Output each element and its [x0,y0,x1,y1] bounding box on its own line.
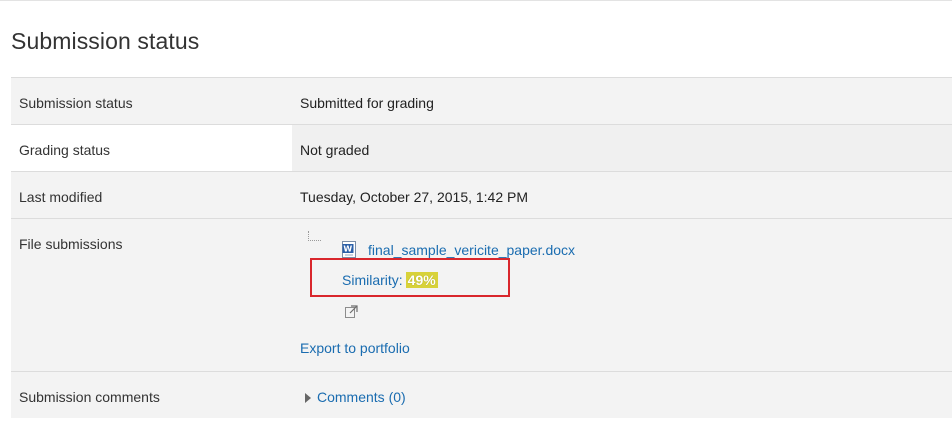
export-to-portfolio-link[interactable]: Export to portfolio [300,340,410,356]
comments-link[interactable]: Comments (0) [317,389,406,405]
page-title: Submission status [11,28,200,54]
similarity-label: Similarity: [342,272,403,288]
similarity-score-badge: 49% [405,272,438,288]
submitted-file-link[interactable]: final_sample_vericite_paper.docx [368,242,575,258]
row-value-cell: Submitted for grading [292,78,952,124]
table-row-submission-status: Submission status Submitted for grading [11,78,952,125]
file-submissions-cell: W final_sample_vericite_paper.docx Simil… [292,219,952,371]
last-modified-value: Tuesday, October 27, 2015, 1:42 PM [300,189,529,205]
submission-status-page: Submission status Submission status Subm… [0,0,952,421]
submission-status-value: Submitted for grading [300,95,434,111]
row-label: Submission status [19,95,133,111]
file-tree-connector [308,231,321,241]
word-document-icon: W [342,241,356,258]
table-row-last-modified: Last modified Tuesday, October 27, 2015,… [11,172,952,219]
similarity-report-link[interactable]: Similarity: 49% [342,272,438,288]
portfolio-export-icon[interactable] [345,305,358,318]
grading-status-value: Not graded [300,142,370,158]
row-value-cell: Not graded [292,125,952,171]
row-value-cell: Comments (0) [292,372,952,418]
comments-toggle[interactable]: Comments (0) [305,389,406,405]
row-label: Grading status [19,142,111,158]
svg-text:W: W [343,245,352,254]
row-label: Last modified [19,189,103,205]
caret-right-icon [305,393,311,403]
row-value-cell: Tuesday, October 27, 2015, 1:42 PM [292,172,952,218]
submission-status-table: Submission status Submitted for grading … [11,77,952,418]
table-row-grading-status: Grading status Not graded [11,125,952,172]
table-row-submission-comments: Submission comments Comments (0) [11,372,952,418]
table-row-file-submissions: File submissions W final_sample_vericite… [11,219,952,372]
row-label: File submissions [19,236,123,252]
row-label: Submission comments [19,389,160,405]
